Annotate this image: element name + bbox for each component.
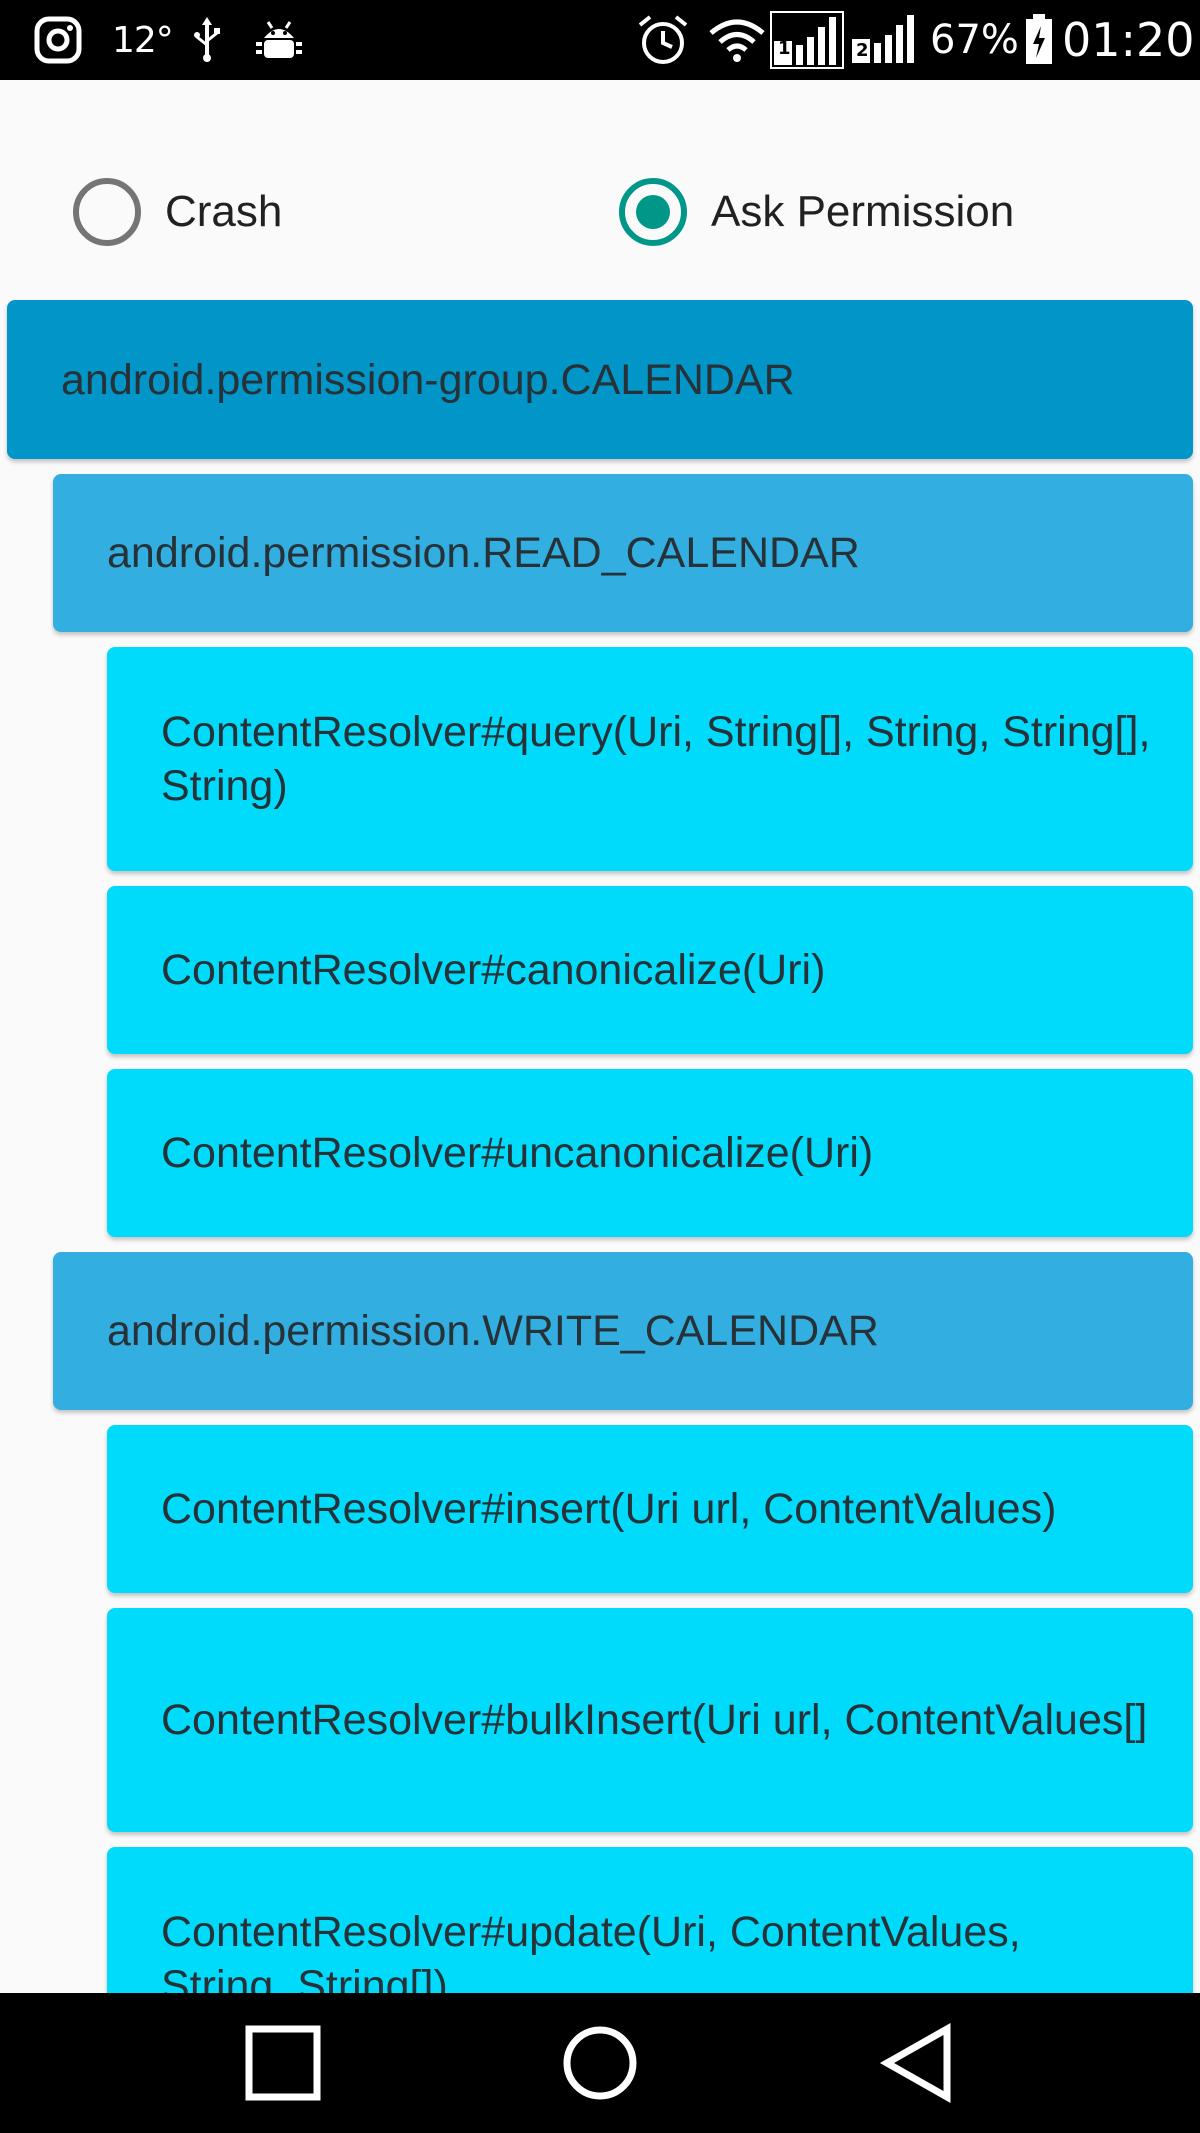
back-triangle-icon: [879, 2023, 951, 2103]
recents-square-icon: [245, 2025, 321, 2101]
sim1-label: 1: [778, 38, 791, 59]
permission-group-label: android.permission-group.CALENDAR: [61, 355, 795, 404]
method-card[interactable]: ContentResolver#uncanonicalize(Uri): [107, 1069, 1193, 1237]
instagram-icon: [34, 0, 82, 80]
navigation-bar: [0, 1993, 1200, 2133]
permission-card-read-calendar[interactable]: android.permission.READ_CALENDAR: [53, 474, 1193, 632]
signal-sim2-icon: 2: [852, 0, 920, 80]
clock: 01:20: [1062, 13, 1195, 67]
method-card[interactable]: ContentResolver#query(Uri, String[], Str…: [107, 647, 1193, 871]
back-button[interactable]: [847, 1993, 987, 2133]
android-debug-icon: [256, 0, 302, 80]
method-card[interactable]: ContentResolver#canonicalize(Uri): [107, 886, 1193, 1054]
permission-label: android.permission.WRITE_CALENDAR: [107, 1307, 879, 1355]
crash-radio-label: Crash: [165, 187, 283, 236]
permission-group-card[interactable]: android.permission-group.CALENDAR: [7, 300, 1193, 459]
method-label: ContentResolver#uncanonicalize(Uri): [161, 1129, 874, 1177]
ask-permission-radio-label: Ask Permission: [711, 187, 1015, 236]
method-label: ContentResolver#query(Uri, String[], Str…: [161, 708, 1151, 810]
home-circle-icon: [563, 2026, 637, 2100]
method-card[interactable]: ContentResolver#bulkInsert(Uri url, Cont…: [107, 1608, 1193, 1832]
method-card[interactable]: ContentResolver#insert(Uri url, ContentV…: [107, 1425, 1193, 1593]
method-label: ContentResolver#insert(Uri url, ContentV…: [161, 1485, 1057, 1533]
permission-card-write-calendar[interactable]: android.permission.WRITE_CALENDAR: [53, 1252, 1193, 1410]
status-bar: 12° 1 2 67% 01:20: [0, 0, 1200, 80]
crash-radio-option[interactable]: Crash: [73, 178, 282, 246]
sim2-label: 2: [856, 40, 869, 61]
mode-selector: Crash Ask Permission: [0, 80, 1200, 300]
permission-label: android.permission.READ_CALENDAR: [107, 529, 860, 577]
battery-charging-icon: [1024, 0, 1054, 80]
battery-percent: 67%: [930, 17, 1019, 63]
temperature-text: 12°: [112, 19, 174, 61]
usb-icon: [192, 0, 222, 80]
wifi-icon: [708, 0, 766, 80]
crash-radio-button[interactable]: [73, 178, 141, 246]
home-button[interactable]: [530, 1993, 670, 2133]
method-label: ContentResolver#bulkInsert(Uri url, Cont…: [161, 1696, 1148, 1744]
recents-button[interactable]: [213, 1993, 353, 2133]
ask-permission-radio-option[interactable]: Ask Permission: [619, 178, 1014, 246]
ask-permission-radio-button[interactable]: [619, 178, 687, 246]
method-label: ContentResolver#canonicalize(Uri): [161, 946, 826, 994]
signal-sim1-icon: 1: [770, 0, 844, 80]
alarm-icon: [636, 0, 690, 80]
